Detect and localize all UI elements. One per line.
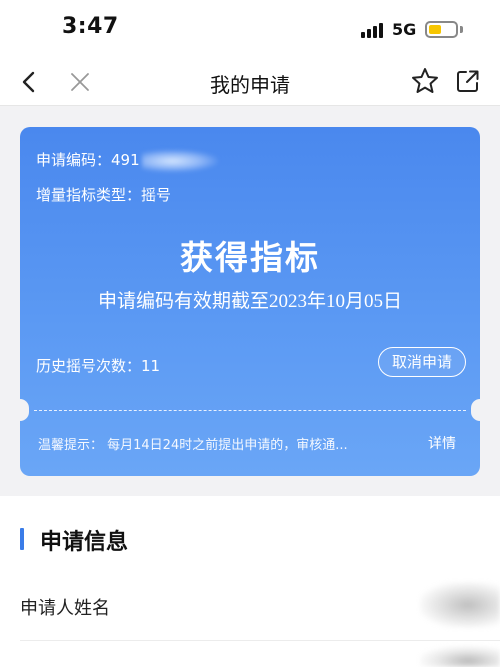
quota-type-row: 增量指标类型：摇号 bbox=[36, 184, 171, 205]
application-code-label: 申请编码： bbox=[36, 151, 112, 169]
details-link[interactable]: 详情 bbox=[428, 433, 456, 453]
field-divider bbox=[20, 640, 500, 641]
section-title: 申请信息 bbox=[40, 530, 129, 555]
share-icon[interactable] bbox=[454, 67, 482, 95]
redacted-blur bbox=[141, 149, 218, 172]
application-info-section: 申请信息 申请人姓名 bbox=[0, 496, 500, 667]
next-field-redacted bbox=[420, 646, 500, 667]
quota-type-value: 摇号 bbox=[141, 186, 172, 204]
content-area: 申请编码：491 增量指标类型：摇号 获得指标 申请编码有效期截至2023年10… bbox=[0, 107, 500, 667]
lottery-history-value: 11 bbox=[141, 357, 161, 375]
status-bar: 3:47 5G bbox=[0, 0, 500, 60]
lottery-history-label: 历史摇号次数： bbox=[36, 357, 142, 375]
card-notch-right bbox=[471, 399, 480, 421]
network-type: 5G bbox=[392, 20, 417, 39]
reminder-text: 温馨提示： 每月14日24时之前提出申请的，审核通... bbox=[38, 438, 348, 453]
star-icon[interactable] bbox=[410, 66, 440, 96]
battery-icon bbox=[425, 21, 458, 38]
application-code-value: 491 bbox=[111, 151, 140, 169]
battery-cap bbox=[460, 26, 463, 33]
battery-level bbox=[429, 25, 441, 34]
applicant-name-label: 申请人姓名 bbox=[20, 598, 110, 619]
card-notch-left bbox=[20, 399, 29, 421]
validity-text: 申请编码有效期截至2023年10月05日 bbox=[97, 291, 402, 312]
section-accent-bar bbox=[20, 528, 24, 550]
signal-icon bbox=[361, 22, 385, 38]
applicant-name-redacted bbox=[420, 582, 500, 628]
nav-bar: 我的申请 bbox=[0, 60, 500, 106]
cancel-application-button[interactable]: 取消申请 bbox=[378, 347, 466, 377]
dashed-divider bbox=[34, 410, 466, 411]
quota-type-label: 增量指标类型： bbox=[36, 186, 142, 204]
quota-card: 申请编码：491 增量指标类型：摇号 获得指标 申请编码有效期截至2023年10… bbox=[20, 127, 480, 476]
application-code-row: 申请编码：491 bbox=[36, 149, 218, 172]
lottery-history-row: 历史摇号次数：11 bbox=[36, 355, 160, 376]
status-time: 3:47 bbox=[62, 14, 119, 39]
status-headline: 获得指标 bbox=[180, 238, 320, 277]
